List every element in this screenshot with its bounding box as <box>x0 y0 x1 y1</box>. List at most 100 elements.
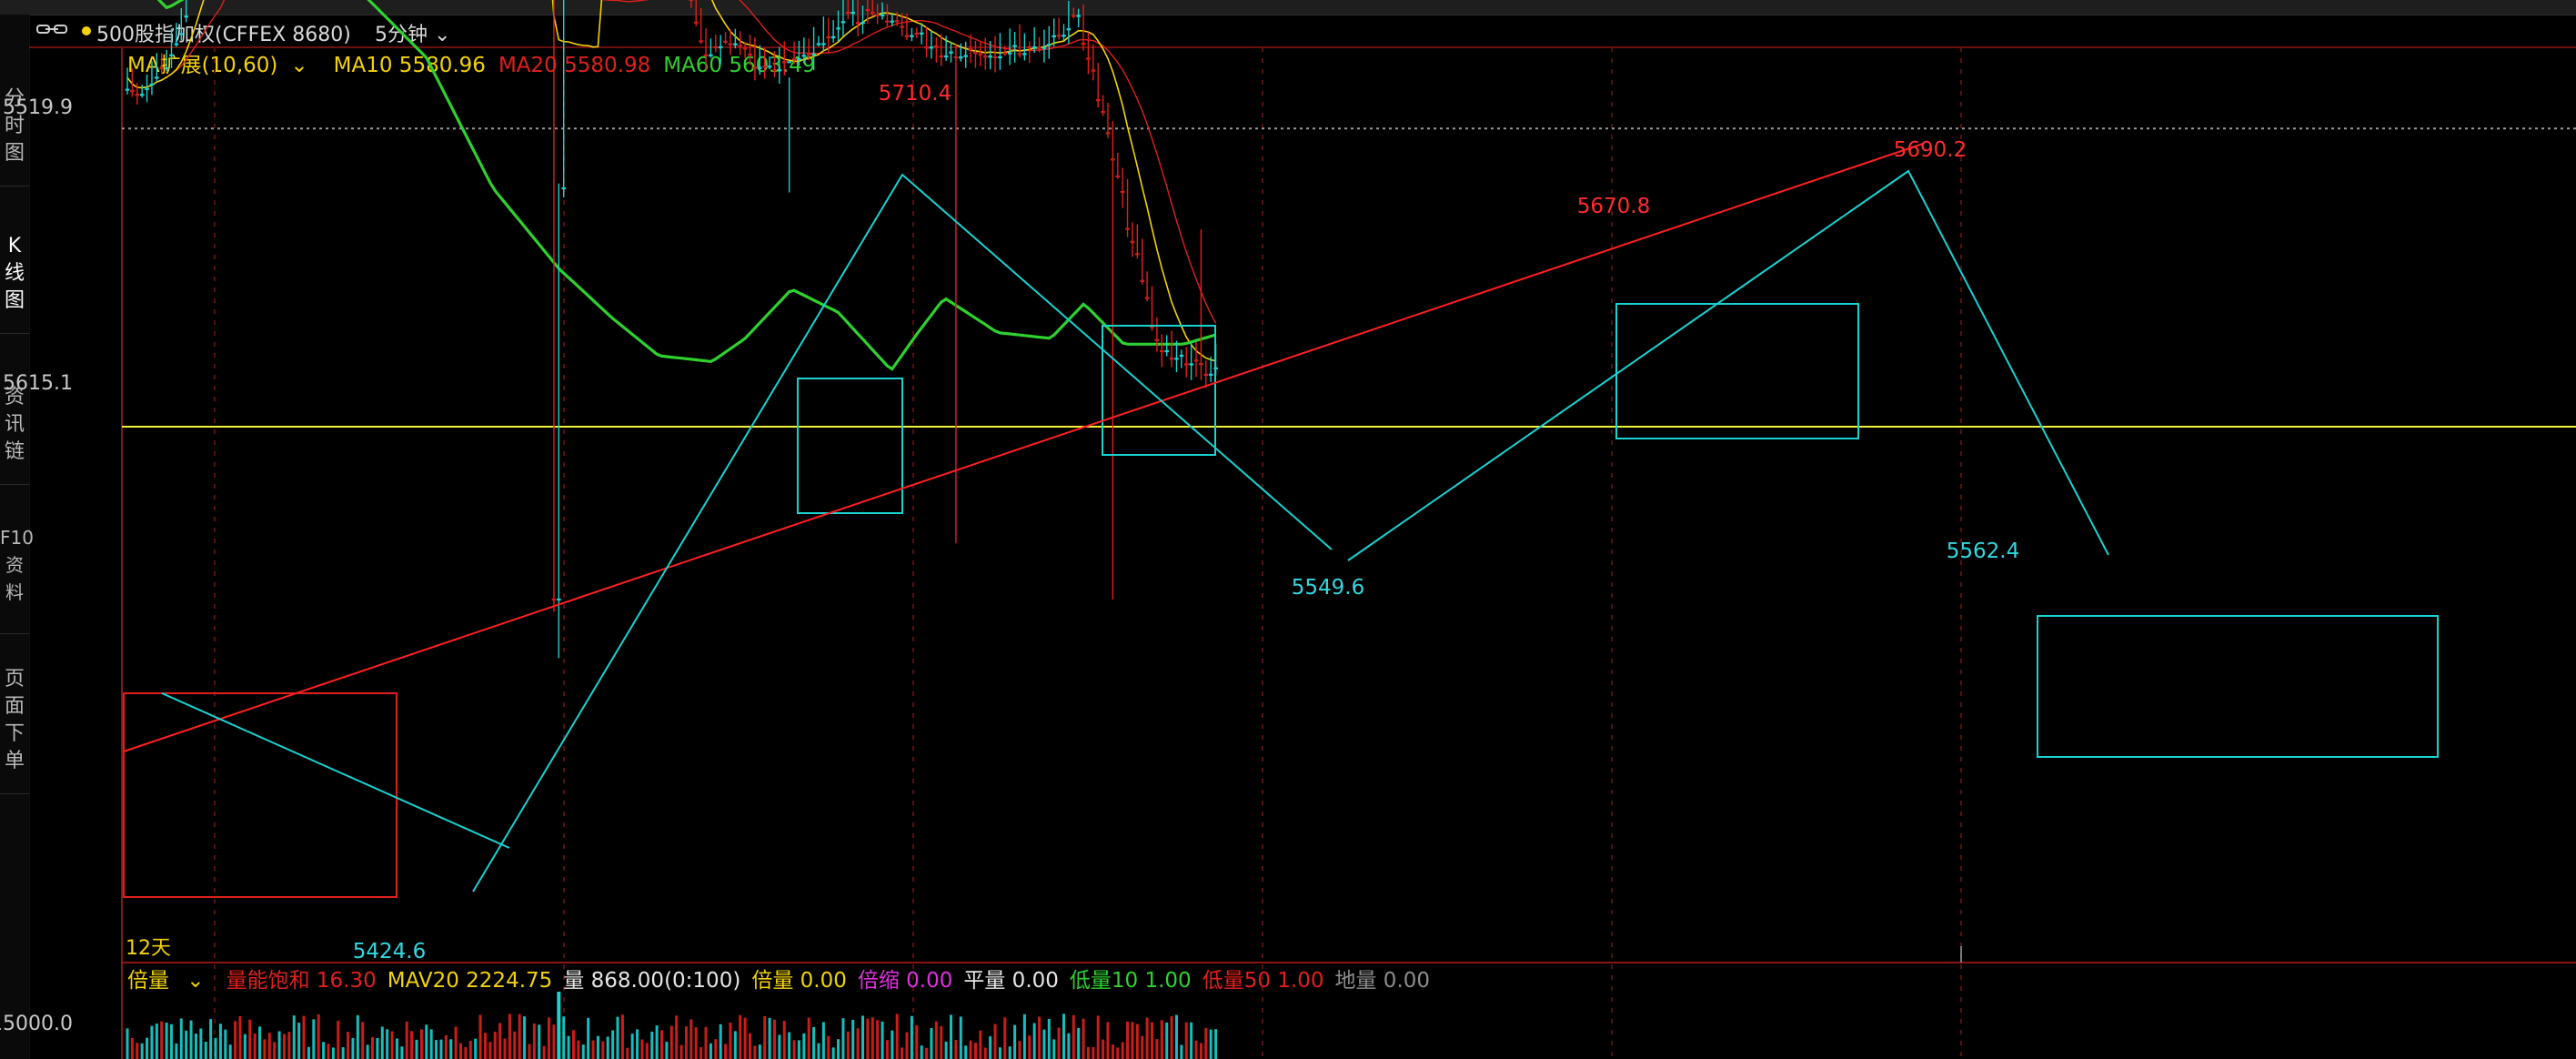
high-label-1: 5710.4 <box>879 82 951 106</box>
volume-bar <box>1082 1018 1085 1059</box>
volume-bar <box>1092 1046 1095 1059</box>
candle-body <box>139 94 145 96</box>
volume-bar <box>998 1047 1001 1059</box>
volume-bar <box>444 1034 448 1059</box>
candle-body <box>1199 363 1203 366</box>
vol-saturation: 量能饱和 16.30 <box>226 969 377 993</box>
candle-body <box>1086 57 1091 60</box>
volume-bar <box>146 1037 149 1059</box>
volume-bar <box>611 1030 615 1059</box>
candle-body <box>836 27 840 30</box>
volume-bar <box>258 1026 262 1059</box>
volume-bar <box>366 1044 369 1059</box>
candle <box>1076 8 1081 28</box>
candle <box>860 5 865 35</box>
candle-body <box>943 55 949 58</box>
candle <box>787 61 791 193</box>
volume-bar <box>376 1037 379 1059</box>
wave-lines-1[interactable] <box>472 173 1333 893</box>
volume-bar <box>954 1040 958 1059</box>
volume-bar <box>591 1040 595 1059</box>
volume-bar <box>468 1040 472 1059</box>
candle-body <box>1174 358 1179 360</box>
candle <box>973 40 978 68</box>
volume-bar <box>224 1029 227 1059</box>
volume-bar <box>596 1035 599 1059</box>
candle <box>693 0 699 26</box>
volume-bar <box>1141 1035 1144 1059</box>
volume-bar <box>1077 1027 1081 1059</box>
candle-body <box>988 55 992 58</box>
drawing-tools[interactable] <box>123 143 2439 898</box>
volume-legend: 倍量 ⌄ 量能饱和 16.30 MAV20 2224.75 量 868.00(0:10… <box>127 963 1441 993</box>
volume-bar <box>194 1034 197 1059</box>
candle <box>836 10 840 42</box>
candle-body <box>1027 45 1032 49</box>
candle-body <box>164 66 169 70</box>
candle <box>1120 167 1125 208</box>
volume-mode-selector[interactable]: 倍量 ⌄ <box>127 969 216 993</box>
candle-body <box>1193 359 1199 362</box>
wave-lines-2[interactable] <box>1347 169 2109 561</box>
candle-body <box>992 55 998 59</box>
horizontal-lines <box>122 127 2576 429</box>
trendline-red[interactable] <box>123 143 1924 752</box>
range-box-empty[interactable] <box>2037 615 2439 758</box>
y-axis: 5615.1 5519.9 15000.0 <box>0 96 73 1035</box>
candle <box>840 0 846 36</box>
volume-bar <box>714 1039 718 1059</box>
candle <box>880 2 885 20</box>
volume-bar <box>415 1039 418 1059</box>
volume-bar <box>140 1043 144 1059</box>
volume-bar <box>1121 1042 1124 1059</box>
volume-bar <box>351 1037 355 1059</box>
candle-body <box>914 32 920 35</box>
candle <box>174 23 179 47</box>
volume-bar <box>508 1014 511 1059</box>
volume-bar <box>709 1043 712 1059</box>
price-chart[interactable]: 5615.1 5519.9 15000.0 5710.4 5670.8 5690.2… <box>0 0 2576 1059</box>
volume-bar <box>322 1042 326 1059</box>
volume-bar <box>425 1024 428 1059</box>
candle-body <box>149 83 155 86</box>
candle-body <box>184 15 188 18</box>
candle <box>699 8 703 45</box>
volume-bar <box>331 1047 335 1059</box>
candle-body <box>781 61 787 64</box>
candle-body <box>900 25 904 28</box>
candle-body <box>1135 253 1140 256</box>
candle-body <box>159 66 165 70</box>
volume-bar <box>851 1019 855 1059</box>
volume-bar <box>1057 1027 1061 1059</box>
range-box-3[interactable] <box>1615 303 1859 439</box>
candle <box>846 0 850 20</box>
grid-lines <box>29 46 2576 1059</box>
volume-bar <box>150 1025 154 1059</box>
volume-bar <box>307 1046 310 1059</box>
volume-bar <box>347 1032 350 1059</box>
candle-body <box>787 61 791 64</box>
y-tick-label: 5519.9 <box>3 96 73 119</box>
volume-bar <box>204 1042 207 1059</box>
volume-bar <box>228 1044 232 1059</box>
volume-bar <box>979 1030 982 1059</box>
volume-bar <box>253 1033 257 1059</box>
range-box-red[interactable] <box>123 692 397 898</box>
volume-bar <box>523 1016 527 1059</box>
volume-bar <box>1194 1040 1198 1059</box>
candle <box>149 61 155 96</box>
candle <box>1140 238 1145 285</box>
volume-bar <box>1032 1023 1036 1059</box>
volume-bar <box>214 1037 217 1059</box>
volume-bar <box>498 1023 502 1059</box>
volume-bar <box>1214 1029 1218 1059</box>
volume-bar <box>493 1031 497 1059</box>
volume-bar <box>743 1017 747 1059</box>
low-label-2: 5549.6 <box>1292 576 1364 600</box>
volume-bar <box>538 1024 541 1059</box>
candle <box>1189 342 1193 380</box>
candle-body <box>1081 43 1086 45</box>
price-labels: 5710.4 5670.8 5690.2 5424.6 5549.6 5562.… <box>126 82 2019 963</box>
volume-bar <box>312 1019 316 1059</box>
volume-bar <box>606 1036 609 1059</box>
